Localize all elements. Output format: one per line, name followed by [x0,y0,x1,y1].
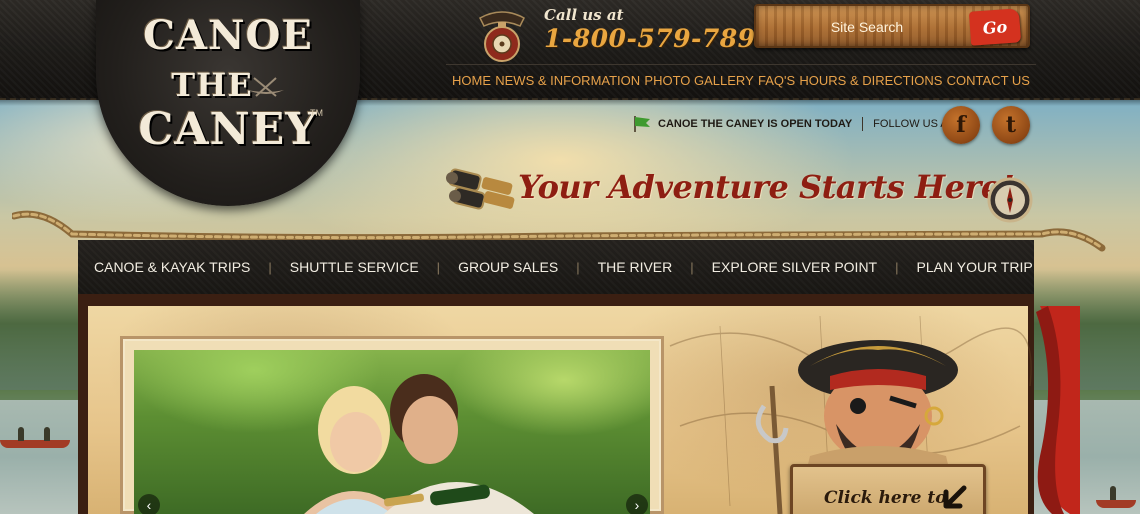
arrow-down-left-icon [943,485,967,509]
site-search-board: Go [754,4,1030,48]
logo-line-2: THE [171,66,253,104]
nav-separator: | [268,259,272,275]
paddles-icon [248,77,284,97]
open-today-status: CANOE THE CANEY IS OPEN TODAY [658,118,853,130]
nav-photo-gallery[interactable]: PHOTO GALLERY [644,73,753,88]
phone-number[interactable]: 1-800-579-7893 [544,24,773,53]
nav-separator: | [895,259,899,275]
antique-telephone-icon [479,11,525,62]
top-navigation: HOME NEWS & INFORMATION PHOTO GALLERY FA… [446,64,1036,96]
nav-faqs[interactable]: FAQ'S [758,73,795,88]
nav-group-sales[interactable]: GROUP SALES [458,259,558,275]
twitter-icon[interactable]: t [992,106,1030,144]
adventure-tagline: Your Adventure Starts Here! [518,168,1015,206]
slideshow-photo [134,350,650,514]
slideshow-prev-arrow[interactable]: ‹ [138,494,160,514]
green-flag-icon [634,116,650,132]
nav-separator: | [690,259,694,275]
click-here-text[interactable]: Click here to [824,488,947,508]
main-navigation: CANOE & KAYAK TRIPS | SHUTTLE SERVICE | … [78,240,1034,294]
status-divider [862,117,864,131]
nav-news-information[interactable]: NEWS & INFORMATION [495,73,640,88]
trademark-symbol: TM [310,108,323,118]
slideshow-next-arrow[interactable]: › [626,494,648,514]
nav-home[interactable]: HOME [452,73,491,88]
call-us-label: Call us at [544,6,624,24]
paddler-left-1 [18,427,24,441]
paddler-right [1110,486,1116,500]
logo-line-1: CANOE [143,12,313,59]
nav-canoe-kayak-trips[interactable]: CANOE & KAYAK TRIPS [94,259,250,275]
nav-explore-silver-point[interactable]: EXPLORE SILVER POINT [712,259,877,275]
canoe-right [1096,500,1136,508]
status-bar: CANOE THE CANEY IS OPEN TODAY FOLLOW US … [632,114,954,134]
site-search-input[interactable] [772,14,962,40]
search-go-button[interactable]: Go [968,8,1022,46]
nav-contact-us[interactable]: CONTACT US [947,73,1030,88]
nav-shuttle-service[interactable]: SHUTTLE SERVICE [290,259,419,275]
canoe-left [0,440,70,448]
nav-separator: | [436,259,441,275]
nav-hours-directions[interactable]: HOURS & DIRECTIONS [799,73,942,88]
nav-separator: | [576,259,580,275]
nav-the-river[interactable]: THE RIVER [598,259,673,275]
facebook-icon[interactable]: f [942,106,980,144]
paddler-left-2 [44,427,50,441]
couple-picnic-image [304,374,534,514]
nav-plan-your-trip[interactable]: PLAN YOUR TRIP [917,259,1033,275]
